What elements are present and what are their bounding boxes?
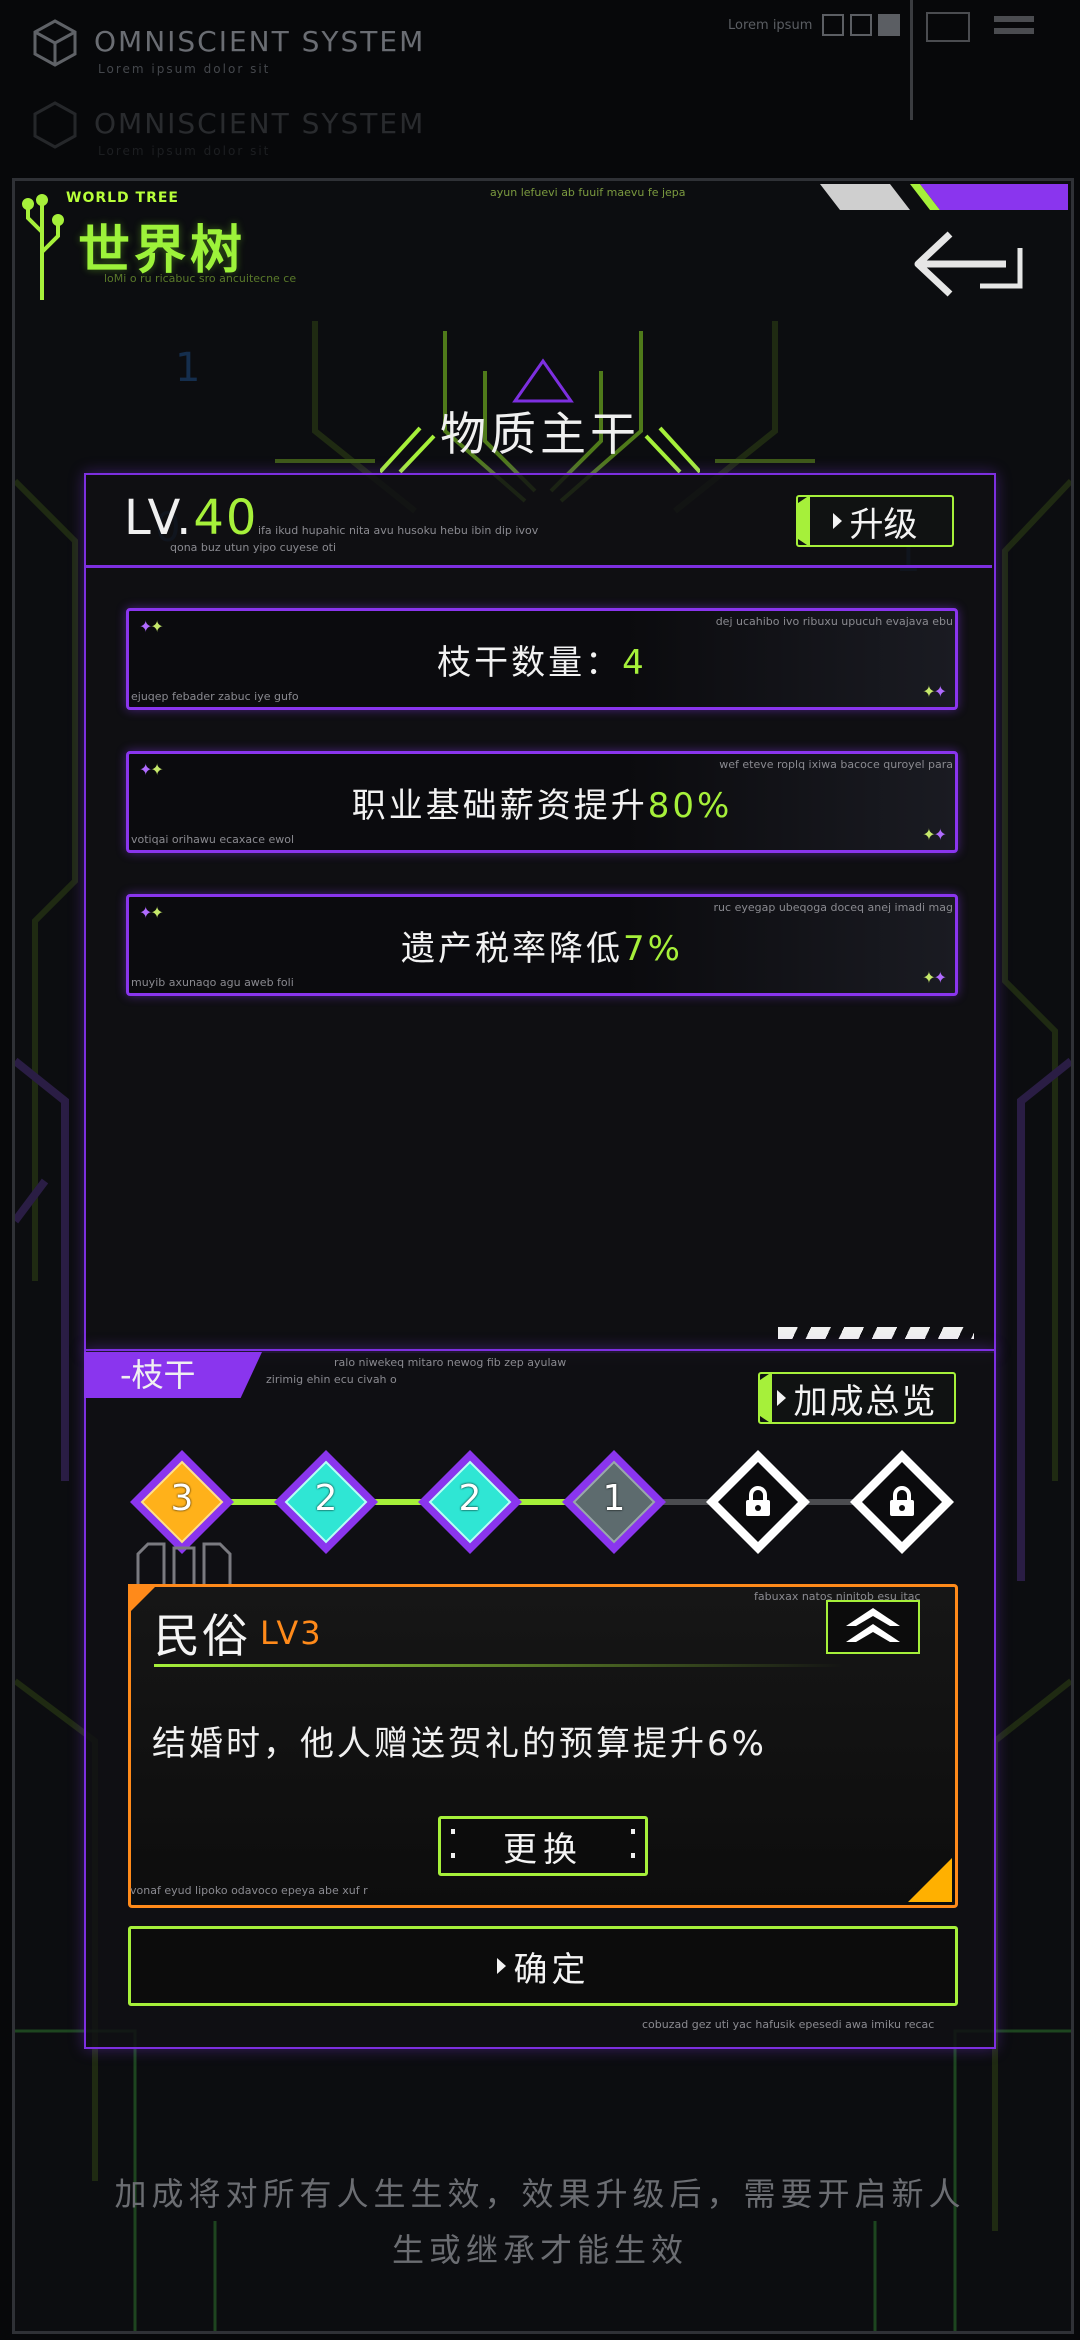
sparkle-icon: ✦✦ — [922, 825, 947, 844]
branch-node-level: 1 — [602, 1478, 626, 1519]
branch-node-6-locked[interactable] — [848, 1448, 956, 1556]
branch-node-2[interactable]: 2 — [272, 1448, 380, 1556]
level-number: 40 — [193, 490, 259, 546]
deco-box — [926, 12, 970, 42]
play-triangle-icon — [832, 513, 842, 529]
card-level: LV3 — [260, 1614, 323, 1652]
card-title: 民俗 — [154, 1609, 250, 1663]
stat-value: 80% — [647, 786, 733, 826]
card-note-bottom: vonaf eyud lipoko odavoco epeya abe xuf … — [130, 1884, 368, 1897]
collapse-button[interactable] — [826, 1600, 920, 1654]
hatch-divider — [778, 1327, 974, 1339]
sparkle-icon: ✦✦ — [139, 903, 164, 922]
double-chevron-up-icon — [846, 1608, 900, 1642]
stat-row-inheritance-tax: ✦✦ ruc eyegap ubeqoga doceq anej imadi m… — [126, 894, 958, 996]
trunk-title: 物质主干 — [440, 407, 640, 461]
stat-row-branch-count: ✦✦ dej ucahibo ivo ribuxu upucuh evajava… — [126, 608, 958, 710]
world-tree-small-title: WORLD TREE — [66, 190, 179, 206]
sparkle-icon: ✦✦ — [922, 968, 947, 987]
back-arrow-icon — [914, 231, 1023, 297]
selection-pointer — [134, 1534, 234, 1584]
branch-node-level: 3 — [170, 1478, 194, 1519]
branch-node-4[interactable]: 1 — [560, 1448, 668, 1556]
page-subtitle: loMi o ru ricabuc sro ancuitecne ce — [104, 272, 297, 285]
system-header: OMNISCIENT SYSTEM Lorem ipsum dolor sit — [30, 18, 425, 76]
play-triangle-icon — [776, 1390, 786, 1406]
bonus-hint-text: 加成将对所有人生生效，效果升级后，需要开启新人 生或继承才能生效 — [114, 2175, 966, 2269]
system-subtitle-ghost: Lorem ipsum dolor sit — [98, 144, 271, 158]
branch-node-level: 2 — [458, 1478, 482, 1519]
branch-node-level: 2 — [314, 1478, 338, 1519]
world-tree-icon — [20, 192, 80, 306]
upgrade-button[interactable]: 升级 — [796, 495, 954, 547]
cube-logo-icon — [30, 100, 80, 150]
sparkle-icon: ✦✦ — [139, 760, 164, 779]
stat-label: 职业基础薪资提升 — [351, 786, 648, 826]
stat-value: 4 — [622, 643, 647, 683]
branch-note-2: zirimig ehin ecu civah o — [266, 1373, 397, 1386]
card-corner — [908, 1858, 952, 1902]
play-triangle-icon — [496, 1958, 506, 1974]
confirm-button[interactable]: 确定 — [128, 1926, 958, 2006]
header-ticker: ayun lefuevi ab fuuif maevu fe jepa — [490, 186, 686, 199]
sparkle-icon: ✦✦ — [139, 617, 164, 636]
divider — [910, 0, 913, 120]
window-controls — [822, 14, 906, 40]
svg-text:1: 1 — [175, 345, 200, 391]
level-note: ifa ikud hupahic nita avu husoku hebu ib… — [258, 524, 539, 537]
cube-logo-icon — [30, 18, 80, 68]
system-subtitle: Lorem ipsum dolor sit — [98, 62, 271, 76]
stat-label: 遗产税率降低 — [401, 929, 624, 969]
stat-label: 枝干数量： — [437, 643, 623, 683]
sparkle-icon: ✦✦ — [922, 682, 947, 701]
system-title: OMNISCIENT SYSTEM — [94, 25, 426, 58]
footer-note: cobuzad gez uti yac hafusik epesedi awa … — [642, 2018, 935, 2031]
back-button[interactable] — [910, 222, 1032, 314]
level-note-2: qona buz utun yipo cuyese oti — [170, 541, 337, 554]
lock-icon — [890, 1486, 914, 1516]
branch-tag: -枝干 — [84, 1352, 262, 1398]
system-lorem: Lorem ipsum — [728, 18, 813, 33]
trunk-level: LV.40 — [124, 490, 259, 546]
branch-node-3[interactable]: 2 — [416, 1448, 524, 1556]
lock-icon — [746, 1486, 770, 1516]
branch-node-5-locked[interactable] — [704, 1448, 812, 1556]
system-header-ghost: OMNISCIENT SYSTEM Lorem ipsum dolor sit — [30, 100, 425, 158]
deco-lines — [994, 16, 1034, 22]
card-description: 结婚时，他人赠送贺礼的预算提升6% — [152, 1724, 767, 1764]
stat-row-salary: ✦✦ wef eteve roplq ixiwa bacoce quroyel … — [126, 751, 958, 853]
stat-value: 7% — [623, 929, 683, 969]
header-stripe — [820, 184, 1068, 210]
branch-note: ralo niwekeq mitaro newog fib zep ayulaw — [334, 1356, 567, 1369]
swap-button[interactable]: 更换 — [438, 1816, 648, 1876]
card-divider — [154, 1664, 844, 1667]
system-title-ghost: OMNISCIENT SYSTEM — [94, 107, 426, 140]
bonus-overview-button[interactable]: 加成总览 — [758, 1372, 956, 1424]
